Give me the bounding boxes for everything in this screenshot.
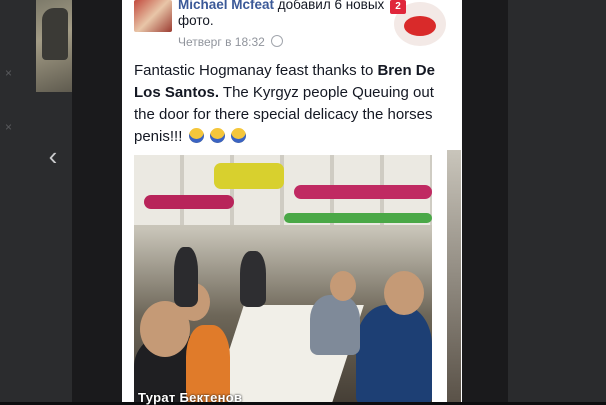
- background-photo-thumbnail: [36, 0, 72, 92]
- scream-emoji-icon: [188, 128, 204, 143]
- horse-figure: [42, 8, 68, 60]
- notification-badge[interactable]: 2: [390, 0, 446, 46]
- person-figure: [310, 295, 360, 355]
- post-header: Michael Mcfeat добавил 6 новых фото.: [178, 0, 398, 29]
- background-page-right: [508, 0, 606, 402]
- emoji-row: [187, 126, 246, 148]
- garland-decoration: [144, 195, 234, 209]
- person-figure: [240, 251, 266, 307]
- post-meta: Четверг в 18:32: [178, 35, 284, 49]
- post-photo[interactable]: [134, 155, 432, 402]
- person-figure: [356, 305, 432, 402]
- post-body: Fantastic Hogmanay feast thanks to Bren …: [134, 60, 450, 148]
- post-text-start: Fantastic Hogmanay feast thanks to: [134, 62, 378, 79]
- garland-decoration: [294, 185, 432, 199]
- avatar[interactable]: [134, 0, 172, 32]
- globe-icon: [271, 35, 284, 47]
- scream-emoji-icon: [230, 128, 246, 143]
- chevron-left-icon[interactable]: ‹: [42, 142, 64, 170]
- close-icon: ×: [5, 120, 13, 134]
- background-page-left: × × ‹: [0, 0, 72, 402]
- garland-decoration: [214, 163, 284, 189]
- author-name[interactable]: Michael Mcfeat: [178, 0, 274, 12]
- next-photo-peek[interactable]: [447, 150, 461, 402]
- person-head: [384, 271, 424, 315]
- lips-icon: [404, 16, 436, 36]
- badge-count: 2: [390, 0, 406, 14]
- close-icon: ×: [5, 66, 13, 80]
- photo-caption: Турат Бектенов: [138, 390, 243, 405]
- post-timestamp[interactable]: Четверг в 18:32: [178, 35, 265, 49]
- scream-emoji-icon: [209, 128, 225, 143]
- person-figure: [174, 247, 198, 307]
- post-card: Michael Mcfeat добавил 6 новых фото. Чет…: [122, 0, 462, 402]
- person-head: [330, 271, 356, 301]
- garland-decoration: [284, 213, 432, 223]
